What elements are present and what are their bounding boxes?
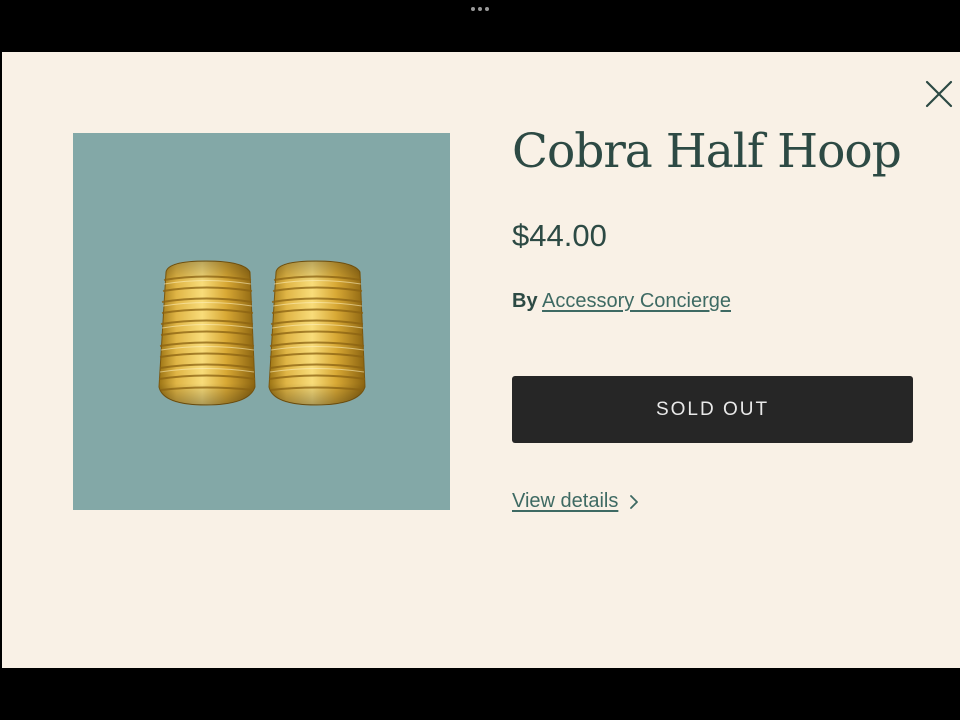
bottom-bar: [0, 668, 960, 720]
close-icon[interactable]: [920, 76, 956, 112]
product-image: [73, 133, 450, 510]
right-earring: [268, 260, 366, 406]
more-dots-icon[interactable]: [471, 6, 489, 12]
vendor-link[interactable]: Accessory Concierge: [542, 290, 731, 312]
earrings-graphic: [158, 260, 366, 406]
vendor-prefix: By: [512, 290, 538, 312]
product-title: Cobra Half Hoop: [512, 124, 902, 179]
sold-out-button[interactable]: SOLD OUT: [512, 376, 913, 443]
product-price: $44.00: [512, 218, 607, 253]
chevron-right-icon[interactable]: [628, 493, 640, 511]
view-details-link[interactable]: View details: [512, 490, 640, 513]
left-earring: [158, 260, 256, 406]
view-details-label[interactable]: View details: [512, 490, 618, 513]
vendor-line: By Accessory Concierge: [512, 290, 731, 313]
top-bar: [0, 0, 960, 52]
close-button[interactable]: [920, 76, 956, 112]
quick-view-modal: Cobra Half Hoop $44.00 By Accessory Conc…: [2, 52, 960, 668]
